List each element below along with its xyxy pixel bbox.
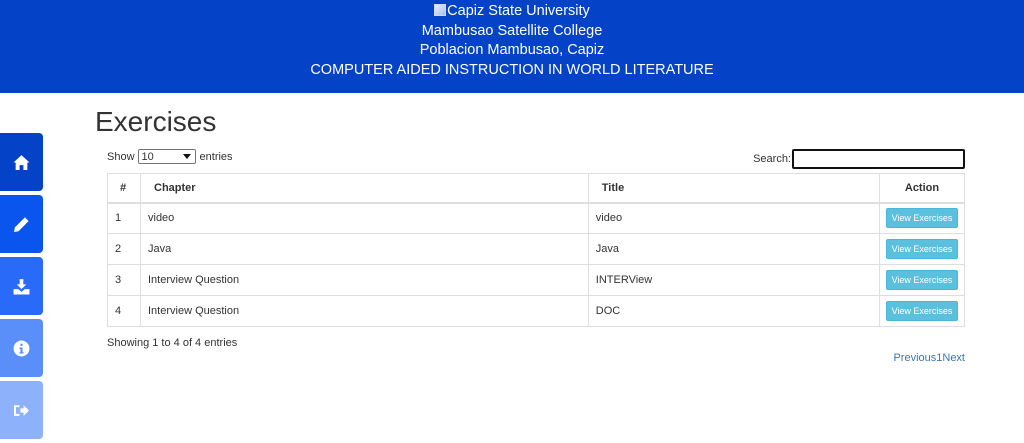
table-info: Showing 1 to 4 of 4 entries bbox=[107, 337, 238, 349]
page-title: Exercises bbox=[95, 106, 217, 137]
entries-length-control: Show 10 entries bbox=[107, 149, 233, 164]
search-control: Search: bbox=[753, 149, 965, 169]
cell-number: 2 bbox=[107, 233, 141, 265]
cell-title: video bbox=[587, 202, 881, 234]
college-name: Mambusao Satellite College bbox=[421, 22, 603, 39]
view-exercises-button[interactable]: View Exercises bbox=[885, 208, 959, 229]
system-title: COMPUTER AIDED INSTRUCTION IN WORLD LITE… bbox=[310, 61, 714, 78]
download-icon bbox=[13, 278, 30, 294]
pagination: Previous1Next bbox=[893, 352, 965, 364]
university-name: Capiz State University bbox=[447, 3, 590, 19]
pagination-previous[interactable]: Previous bbox=[893, 352, 936, 364]
table-row: 3 Interview Question INTERView View Exer… bbox=[107, 264, 965, 296]
table-header-row: # Chapter Title Action bbox=[107, 173, 965, 204]
cell-number: 1 bbox=[107, 202, 141, 234]
view-exercises-button[interactable]: View Exercises bbox=[885, 301, 959, 321]
column-header-number[interactable]: # bbox=[107, 173, 141, 204]
column-header-title[interactable]: Title bbox=[587, 173, 881, 204]
cell-title: INTERView bbox=[587, 264, 881, 296]
view-exercises-button[interactable]: View Exercises bbox=[885, 239, 959, 259]
table-row: 4 Interview Question DOC View Exercises bbox=[107, 295, 965, 327]
table-row: 2 Java Java View Exercises bbox=[107, 233, 965, 265]
logo-line: Capiz State University bbox=[0, 2, 1024, 22]
table-row: 1 video video View Exercises bbox=[107, 202, 965, 234]
view-exercises-button[interactable]: View Exercises bbox=[885, 270, 959, 290]
cell-number: 3 bbox=[107, 264, 141, 296]
search-input[interactable] bbox=[792, 149, 965, 169]
column-header-action[interactable]: Action bbox=[879, 173, 965, 204]
cell-chapter: Interview Question bbox=[140, 295, 589, 327]
cell-chapter: Interview Question bbox=[140, 264, 589, 296]
column-header-chapter[interactable]: Chapter bbox=[140, 173, 589, 204]
sign-out-icon bbox=[14, 404, 29, 416]
cell-action: View Exercises bbox=[879, 264, 965, 296]
exercises-table: # Chapter Title Action 1 video video Vie… bbox=[107, 173, 965, 327]
entries-select[interactable]: 10 bbox=[137, 149, 196, 164]
home-icon bbox=[13, 154, 30, 170]
sidebar-item-logout[interactable] bbox=[0, 381, 43, 439]
cell-title: DOC bbox=[587, 295, 881, 327]
university-logo-image bbox=[434, 4, 447, 16]
cell-action: View Exercises bbox=[879, 295, 965, 327]
cell-action: View Exercises bbox=[879, 233, 965, 265]
cell-action: View Exercises bbox=[879, 202, 965, 234]
length-prefix: Show bbox=[107, 150, 135, 163]
cell-number: 4 bbox=[107, 295, 141, 327]
sidebar-item-info[interactable] bbox=[0, 319, 43, 377]
header-banner: Capiz State University Mambusao Satellit… bbox=[0, 0, 1024, 93]
chevron-down-icon bbox=[182, 154, 191, 159]
college-address: Poblacion Mambusao, Capiz bbox=[419, 42, 605, 58]
cell-title: Java bbox=[587, 233, 881, 265]
info-icon bbox=[13, 340, 30, 356]
search-label: Search: bbox=[753, 153, 791, 165]
cell-chapter: video bbox=[140, 202, 589, 234]
sidebar bbox=[0, 133, 43, 443]
pagination-next[interactable]: Next bbox=[942, 352, 965, 364]
cell-chapter: Java bbox=[140, 233, 589, 265]
entries-select-value: 10 bbox=[141, 150, 154, 163]
sidebar-item-home[interactable] bbox=[0, 133, 43, 191]
sidebar-item-edit[interactable] bbox=[0, 195, 43, 253]
length-suffix: entries bbox=[199, 150, 233, 163]
sidebar-item-download[interactable] bbox=[0, 257, 43, 315]
pencil-icon bbox=[14, 216, 29, 232]
